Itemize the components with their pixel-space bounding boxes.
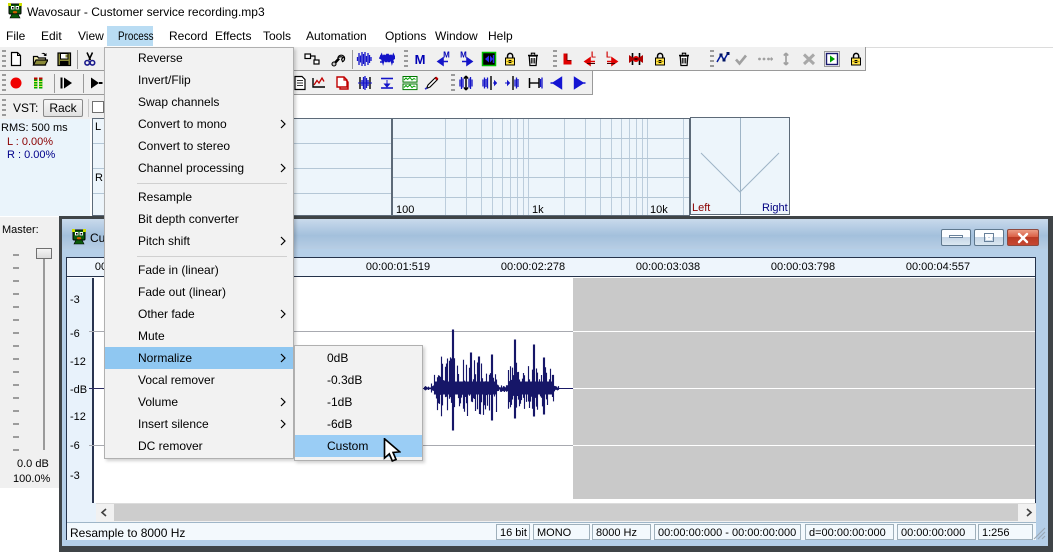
- svg-text:L: L: [606, 51, 611, 60]
